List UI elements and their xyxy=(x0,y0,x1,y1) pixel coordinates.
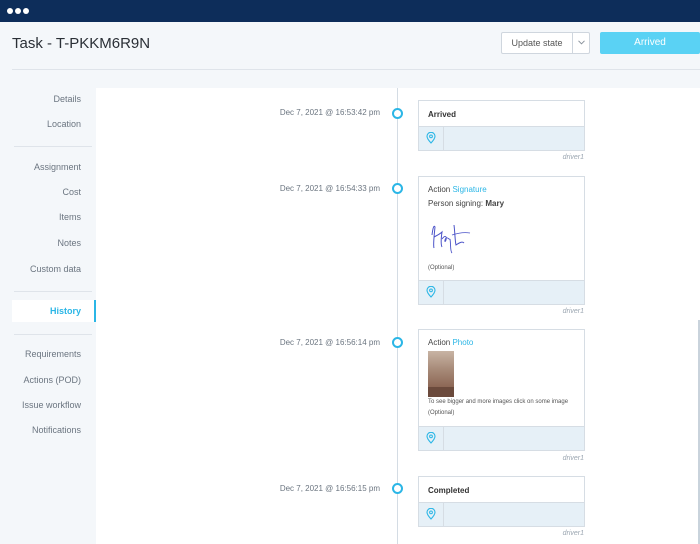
nav-actions-pod[interactable]: Actions (POD) xyxy=(12,369,96,391)
history-card-photo: Action Photo To see bigger and more imag… xyxy=(418,329,585,427)
footer-divider xyxy=(443,427,444,451)
circle-node-icon xyxy=(392,183,403,194)
action-prefix: Action xyxy=(428,185,451,194)
history-card-arrived: Arrived xyxy=(418,100,585,127)
page-title: Task - T-PKKM6R9N xyxy=(12,35,151,52)
page-header: Task - T-PKKM6R9N Update state Arrived xyxy=(0,22,700,70)
chevron-down-icon[interactable] xyxy=(578,40,585,45)
nav-requirements[interactable]: Requirements xyxy=(12,343,96,365)
history-signer-line: Person signing: Mary xyxy=(428,199,504,208)
nav-items[interactable]: Items xyxy=(12,206,96,228)
nav-assignment[interactable]: Assignment xyxy=(12,156,96,178)
history-driver: driver1 xyxy=(562,530,584,537)
photo-link[interactable]: Photo xyxy=(452,338,473,347)
circle-node-icon xyxy=(392,108,403,119)
nav-divider xyxy=(14,146,92,147)
history-driver: driver1 xyxy=(562,455,584,462)
circle-node-icon xyxy=(392,337,403,348)
history-card-title: Completed xyxy=(428,486,470,495)
signer-label: Person signing: xyxy=(428,199,484,208)
map-pin-icon[interactable] xyxy=(426,132,436,144)
nav-divider xyxy=(14,334,92,335)
history-driver: driver1 xyxy=(562,154,584,161)
footer-divider xyxy=(443,503,444,527)
footer-divider xyxy=(443,281,444,305)
signer-name: Mary xyxy=(485,199,505,208)
nav-history[interactable]: History xyxy=(12,300,96,322)
history-card-footer xyxy=(418,281,585,305)
history-timestamp: Dec 7, 2021 @ 16:54:33 pm xyxy=(279,184,380,193)
map-pin-icon[interactable] xyxy=(426,432,436,444)
photo-thumbnail-shade xyxy=(428,387,454,397)
nav-cost[interactable]: Cost xyxy=(12,181,96,203)
map-pin-icon[interactable] xyxy=(426,508,436,520)
nav-issue-workflow[interactable]: Issue workflow xyxy=(12,394,96,416)
window-dot-icon[interactable] xyxy=(7,8,13,14)
timeline-line xyxy=(397,88,398,544)
window-dot-icon[interactable] xyxy=(23,8,29,14)
signature-image[interactable] xyxy=(428,215,474,255)
window-titlebar xyxy=(0,0,700,22)
nav-notes[interactable]: Notes xyxy=(12,232,96,254)
footer-divider xyxy=(443,127,444,151)
history-card-footer xyxy=(418,503,585,527)
photo-thumbnail[interactable] xyxy=(428,351,454,397)
update-state-dropdown[interactable]: Update state xyxy=(501,32,590,54)
update-state-caret[interactable] xyxy=(572,33,590,53)
nav-custom-data[interactable]: Custom data xyxy=(12,258,96,280)
nav-location[interactable]: Location xyxy=(12,113,96,135)
circle-node-icon xyxy=(392,483,403,494)
header-divider xyxy=(12,69,700,70)
status-button[interactable]: Arrived xyxy=(600,32,700,54)
history-action-line: Action Photo xyxy=(428,338,473,347)
history-panel xyxy=(96,88,700,544)
history-card-footer xyxy=(418,427,585,451)
history-action-line: Action Signature xyxy=(428,185,487,194)
optional-note: (Optional) xyxy=(428,410,455,416)
history-timestamp: Dec 7, 2021 @ 16:56:15 pm xyxy=(279,484,380,493)
optional-note: (Optional) xyxy=(428,265,455,271)
history-card-title: Arrived xyxy=(428,110,457,119)
history-card-completed: Completed xyxy=(418,476,585,503)
window-dot-icon[interactable] xyxy=(15,8,21,14)
history-driver: driver1 xyxy=(562,308,584,315)
history-card-signature: Action Signature Person signing: Mary (O… xyxy=(418,176,585,281)
nav-notifications[interactable]: Notifications xyxy=(12,419,96,441)
map-pin-icon[interactable] xyxy=(426,286,436,298)
photo-hint: To see bigger and more images click on s… xyxy=(428,399,569,405)
nav-divider xyxy=(14,291,92,292)
action-prefix: Action xyxy=(428,338,451,347)
history-timestamp: Dec 7, 2021 @ 16:53:42 pm xyxy=(279,108,380,117)
nav-details[interactable]: Details xyxy=(12,88,96,110)
signature-link[interactable]: Signature xyxy=(452,185,486,194)
history-timestamp: Dec 7, 2021 @ 16:56:14 pm xyxy=(279,338,380,347)
history-card-footer xyxy=(418,127,585,151)
update-state-label[interactable]: Update state xyxy=(502,33,572,53)
